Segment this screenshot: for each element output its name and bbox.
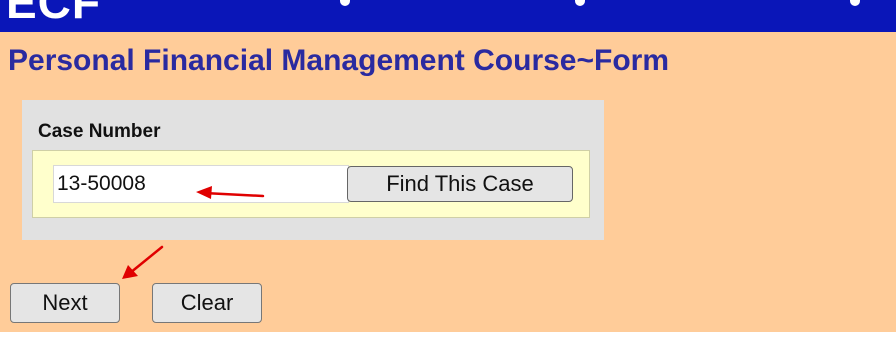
banner-dot-2 [575, 0, 585, 6]
case-number-input[interactable] [53, 165, 349, 203]
case-number-panel: Case Number Find This Case [22, 100, 604, 240]
page-area: Personal Financial Management Course~For… [0, 32, 896, 332]
case-number-inner-panel: Find This Case [32, 150, 590, 218]
page-title: Personal Financial Management Course~For… [8, 44, 670, 77]
banner-dot-1 [340, 0, 350, 6]
next-button[interactable]: Next [10, 283, 120, 323]
clear-button[interactable]: Clear [152, 283, 262, 323]
banner-dot-3 [850, 0, 860, 6]
top-banner: ECF [0, 0, 896, 32]
find-this-case-button[interactable]: Find This Case [347, 166, 573, 202]
case-number-label: Case Number [38, 121, 161, 142]
banner-logo: ECF [6, 0, 101, 28]
